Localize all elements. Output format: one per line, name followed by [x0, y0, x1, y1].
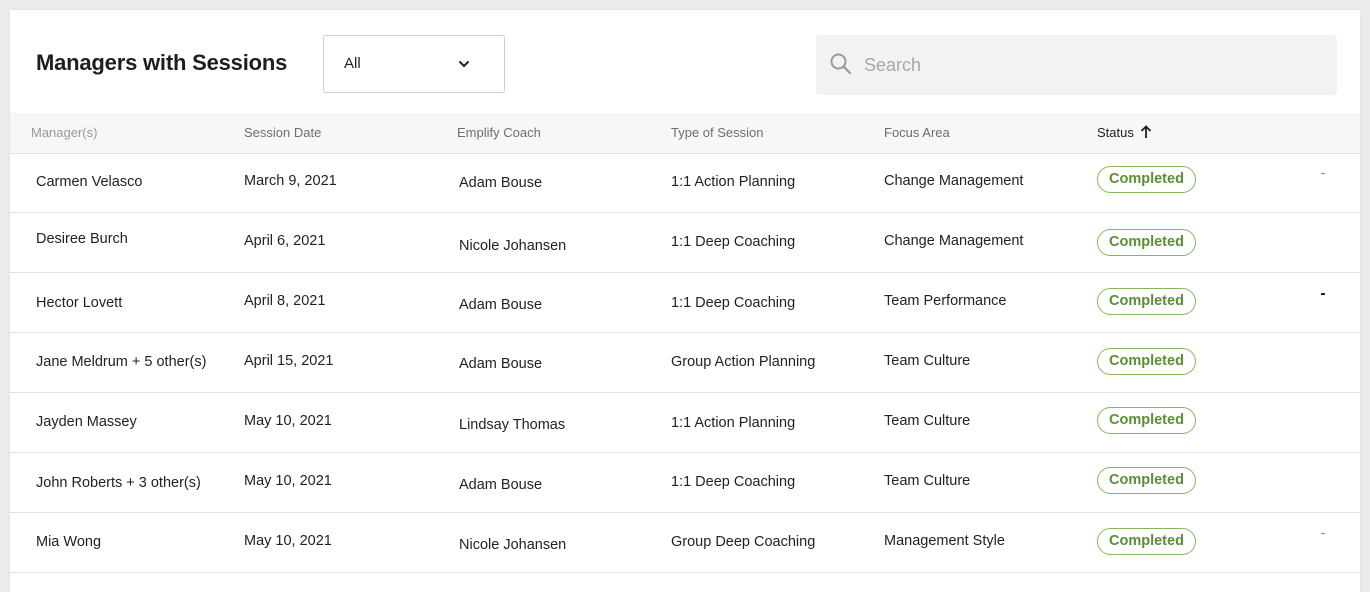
cell-coach: Nicole Johansen: [459, 537, 567, 553]
row-marker: [1321, 173, 1325, 174]
page-title: Managers with Sessions: [36, 50, 288, 75]
cell-session-type: 1:1 Action Planning: [671, 415, 796, 431]
cell-coach: Adam Bouse: [459, 297, 543, 313]
cell-session-date: May 10, 2021: [244, 533, 332, 549]
search-box[interactable]: [816, 35, 1337, 95]
cell-focus-area: Management Style: [884, 533, 1005, 549]
status-badge: Completed: [1097, 166, 1196, 193]
cell-session-date: April 6, 2021: [244, 233, 326, 249]
cell-session-type: 1:1 Deep Coaching: [671, 234, 796, 250]
column-header-session-type[interactable]: Type of Session: [671, 125, 764, 140]
column-header-status[interactable]: Status: [1097, 125, 1152, 140]
cell-manager: Jane Meldrum + 5 other(s): [36, 354, 207, 370]
table-row[interactable]: Hector Lovett April 8, 2021 Adam Bouse 1…: [10, 273, 1360, 333]
cell-session-type: Group Action Planning: [671, 354, 816, 370]
table-row[interactable]: Mia Wong May 10, 2021 Nicole Johansen Gr…: [10, 513, 1360, 573]
cell-coach: Adam Bouse: [459, 477, 543, 493]
table-body: Carmen Velasco March 9, 2021 Adam Bouse …: [10, 153, 1360, 573]
cell-session-type: 1:1 Deep Coaching: [671, 474, 796, 490]
cell-session-date: April 8, 2021: [244, 293, 326, 309]
sessions-panel: Managers with Sessions All Manager(s) Se…: [10, 10, 1360, 592]
toolbar: Managers with Sessions All: [10, 10, 1360, 113]
status-badge: Completed: [1097, 348, 1196, 375]
cell-session-date: May 10, 2021: [244, 413, 332, 429]
cell-focus-area: Change Management: [884, 233, 1024, 249]
cell-manager: Desiree Burch: [36, 231, 128, 247]
column-header-status-label: Status: [1097, 125, 1134, 140]
cell-session-type: 1:1 Action Planning: [671, 174, 796, 190]
table-row[interactable]: John Roberts + 3 other(s) May 10, 2021 A…: [10, 453, 1360, 513]
session-filter-select[interactable]: All: [323, 35, 505, 93]
table-row[interactable]: Jane Meldrum + 5 other(s) April 15, 2021…: [10, 333, 1360, 393]
cell-focus-area: Team Performance: [884, 293, 1007, 309]
column-header-focus-area[interactable]: Focus Area: [884, 125, 950, 140]
filter-selected-value: All: [344, 55, 361, 72]
table-row[interactable]: Desiree Burch April 6, 2021 Nicole Johan…: [10, 213, 1360, 273]
status-badge: Completed: [1097, 528, 1196, 555]
table-row[interactable]: Jayden Massey May 10, 2021 Lindsay Thoma…: [10, 393, 1360, 453]
cell-focus-area: Team Culture: [884, 413, 971, 429]
status-badge: Completed: [1097, 407, 1196, 434]
search-icon: [830, 53, 852, 75]
cell-session-type: Group Deep Coaching: [671, 534, 816, 550]
row-marker: [1321, 533, 1325, 534]
cell-coach: Adam Bouse: [459, 356, 543, 372]
status-badge: Completed: [1097, 467, 1196, 494]
cell-focus-area: Change Management: [884, 173, 1024, 189]
cell-session-date: May 10, 2021: [244, 473, 332, 489]
status-badge: Completed: [1097, 229, 1196, 256]
cell-session-type: 1:1 Deep Coaching: [671, 295, 796, 311]
cell-coach: Adam Bouse: [459, 175, 543, 191]
status-badge: Completed: [1097, 288, 1196, 315]
cell-focus-area: Team Culture: [884, 353, 971, 369]
search-input[interactable]: [862, 48, 1316, 82]
cell-session-date: April 15, 2021: [244, 353, 334, 369]
cell-session-date: March 9, 2021: [244, 173, 337, 189]
cell-manager: Hector Lovett: [36, 295, 123, 311]
cell-coach: Nicole Johansen: [459, 238, 567, 254]
table-row[interactable]: Carmen Velasco March 9, 2021 Adam Bouse …: [10, 153, 1360, 213]
cell-focus-area: Team Culture: [884, 473, 971, 489]
column-header-manager[interactable]: Manager(s): [31, 125, 97, 140]
column-header-coach[interactable]: Emplify Coach: [457, 125, 541, 140]
chevron-down-icon: [459, 61, 469, 67]
cell-manager: Mia Wong: [36, 534, 102, 550]
column-header-session-date[interactable]: Session Date: [244, 125, 321, 140]
cell-manager: Carmen Velasco: [36, 174, 143, 190]
cell-coach: Lindsay Thomas: [459, 417, 566, 433]
cell-manager: John Roberts + 3 other(s): [36, 475, 201, 491]
cell-manager: Jayden Massey: [36, 414, 137, 430]
arrow-up-icon: [1140, 125, 1151, 138]
row-marker: [1321, 293, 1325, 295]
table-header: Manager(s) Session Date Emplify Coach Ty…: [10, 113, 1360, 154]
